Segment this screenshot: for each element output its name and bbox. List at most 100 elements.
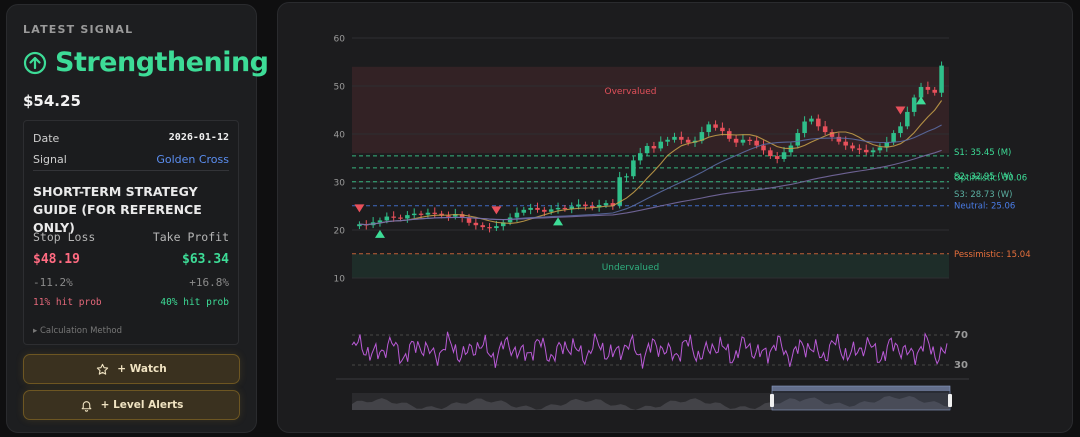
watch-button-label: + Watch: [117, 363, 167, 375]
candle-body: [877, 147, 883, 151]
y-tick-label: 20: [334, 227, 346, 237]
support-level-label: Neutral: 25.06: [954, 202, 1015, 212]
candle-body: [624, 176, 629, 178]
candle-body: [679, 136, 684, 140]
candle-body: [494, 226, 499, 229]
candle-body: [583, 204, 588, 206]
candle-body: [535, 207, 540, 210]
rsi-level-label: 70: [954, 330, 968, 341]
strategy-card: Date 2026-01-12 Signal Golden Cross SHOR…: [23, 120, 239, 345]
candle-body: [576, 204, 581, 207]
arrow-up-circle-icon: [23, 51, 47, 74]
signal-type-label: Signal: [33, 153, 67, 166]
candle-body: [446, 215, 451, 217]
navigator-scrollbar: [772, 386, 950, 391]
candle-body: [411, 213, 417, 216]
candle-body: [768, 150, 773, 157]
moving-average-line: [359, 149, 942, 226]
candle-body: [740, 139, 746, 143]
price-chart[interactable]: Overvalued Undervalued 60 50 40 30 20 10 S1: 35.…: [278, 3, 1073, 433]
candle-body: [418, 213, 424, 215]
level-alerts-button[interactable]: + Level Alerts: [23, 390, 240, 420]
signal-type-value[interactable]: Golden Cross: [156, 153, 229, 166]
candle-body: [637, 153, 643, 161]
candle-body: [391, 216, 396, 218]
candle-body: [939, 65, 944, 93]
candle-body: [685, 139, 691, 143]
candle-body: [555, 207, 561, 210]
candle-body: [631, 160, 636, 177]
bell-icon: [81, 400, 91, 412]
candle-body: [548, 209, 554, 212]
candle-body: [473, 222, 479, 226]
candle-body: [747, 139, 753, 141]
candle-body: [514, 212, 520, 218]
stop-loss-value: $48.19: [33, 252, 80, 267]
divider: [33, 170, 229, 171]
candle-body: [542, 209, 547, 212]
y-tick-label: 30: [334, 179, 346, 189]
candle-body: [733, 138, 739, 143]
candle-body: [911, 97, 917, 112]
sell-signal-marker: [354, 204, 365, 213]
candle-body: [781, 152, 787, 159]
candle-body: [822, 126, 828, 133]
candle-body: [487, 227, 492, 229]
candle-body: [405, 215, 410, 219]
zone-label: Overvalued: [605, 87, 657, 97]
rsi-level-label: 30: [954, 360, 968, 371]
star-icon: [97, 363, 109, 375]
candle-body: [432, 212, 438, 214]
y-tick-label: 10: [334, 275, 346, 285]
candle-body: [891, 133, 896, 143]
navigator-handle-right: [948, 394, 952, 407]
candle-body: [816, 118, 821, 127]
candle-body: [377, 220, 383, 223]
candle-body: [658, 141, 664, 149]
y-tick-label: 40: [334, 131, 346, 141]
candle-body: [706, 124, 711, 133]
candle-body: [774, 156, 780, 159]
support-level-label: S1: 35.45 (M): [954, 148, 1011, 158]
signal-row: Signal Golden Cross: [33, 153, 229, 166]
navigator-handle-left: [770, 394, 774, 407]
signal-status: Strengthening: [23, 47, 269, 78]
current-price: $54.25: [23, 92, 81, 110]
candle-body: [713, 124, 718, 128]
candle-body: [809, 118, 814, 122]
candle-body: [651, 146, 657, 149]
candle-body: [898, 126, 903, 134]
latest-signal-heading: LATEST SIGNAL: [23, 23, 134, 36]
strategy-guide-title: SHORT-TERM STRATEGY GUIDE (FOR REFERENCE…: [33, 184, 202, 235]
candle-body: [720, 127, 725, 132]
candle-body: [384, 216, 390, 221]
y-tick-label: 60: [334, 35, 346, 45]
take-profit-probability: 40% hit prob: [160, 297, 229, 308]
candle-body: [932, 89, 937, 93]
rsi-line: [351, 331, 948, 369]
y-tick-label: 50: [334, 83, 346, 93]
buy-signal-marker: [553, 217, 564, 226]
candle-body: [802, 121, 807, 134]
candle-body: [425, 212, 431, 215]
watch-button[interactable]: + Watch: [23, 354, 240, 384]
candle-body: [863, 149, 869, 153]
candle-body: [857, 148, 862, 150]
candle-body: [562, 207, 568, 210]
candle-body: [665, 139, 670, 142]
stop-loss-label: Stop Loss: [33, 230, 96, 244]
candle-body: [795, 133, 801, 146]
candle-body: [644, 146, 650, 154]
support-level-label: Pessimistic: 15.04: [954, 250, 1031, 260]
candle-body: [850, 145, 855, 149]
candle-body: [672, 136, 677, 140]
date-label: Date: [33, 132, 60, 145]
buy-signal-marker: [374, 229, 385, 238]
zone-label: Undervalued: [602, 263, 660, 273]
take-profit-label: Take Profit: [152, 230, 229, 244]
candle-body: [754, 140, 759, 146]
candle-body: [905, 111, 910, 127]
calculation-method-toggle[interactable]: ▸ Calculation Method: [33, 326, 122, 336]
candle-body: [528, 207, 533, 210]
candle-body: [521, 209, 527, 213]
